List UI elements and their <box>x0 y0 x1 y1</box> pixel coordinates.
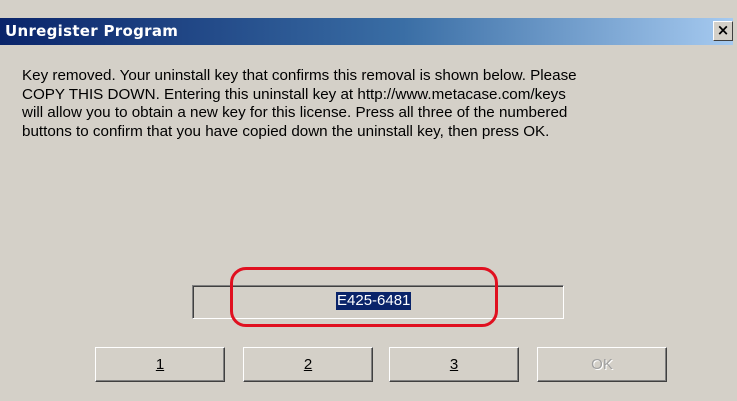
confirm-button-2[interactable]: 2 <box>243 347 373 382</box>
ok-button[interactable]: OK <box>537 347 667 382</box>
confirm-button-1[interactable]: 1 <box>95 347 225 382</box>
message-text: Key removed. Your uninstall key that con… <box>22 67 577 140</box>
confirm-button-3[interactable]: 3 <box>389 347 519 382</box>
close-button[interactable]: × <box>713 21 733 41</box>
uninstall-key-value[interactable]: E425-6481 <box>336 292 412 310</box>
unregister-dialog: Unregister Program × Key removed. Your u… <box>0 0 737 401</box>
title-bar[interactable]: Unregister Program × <box>0 18 733 45</box>
uninstall-key-field[interactable]: E425-6481 <box>192 285 564 319</box>
close-icon: × <box>716 21 730 39</box>
dialog-title: Unregister Program <box>5 22 179 40</box>
